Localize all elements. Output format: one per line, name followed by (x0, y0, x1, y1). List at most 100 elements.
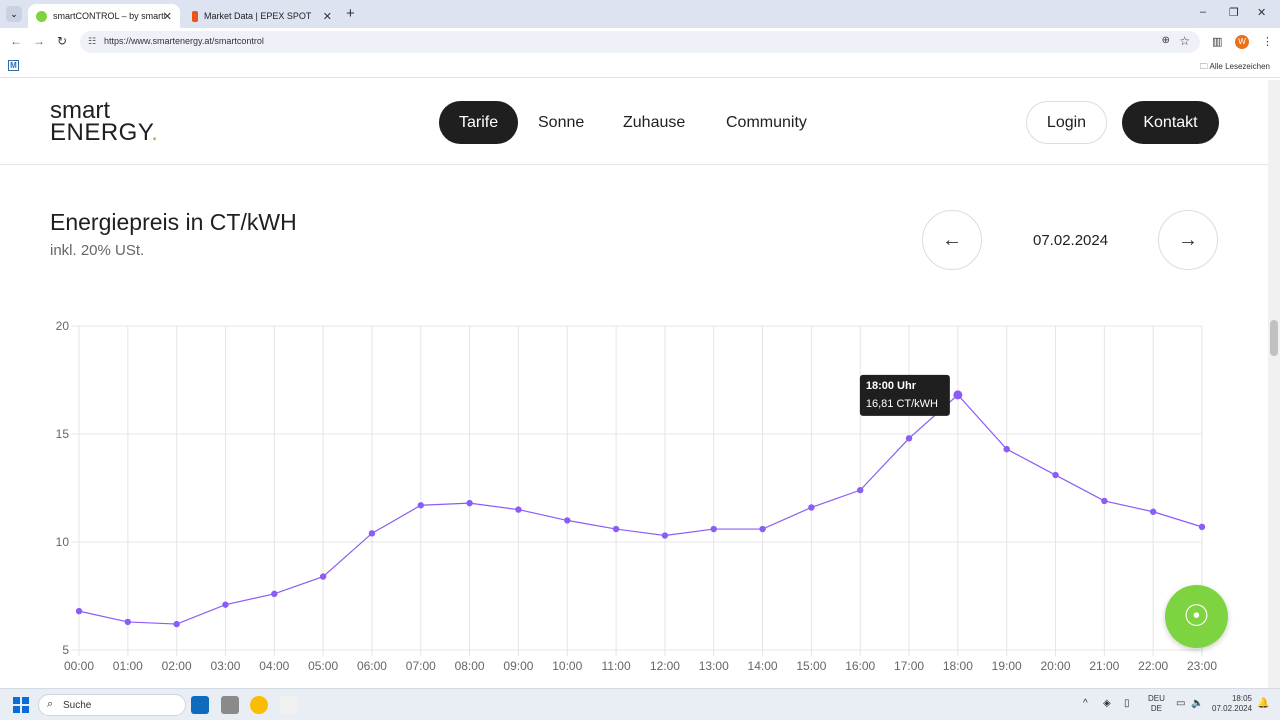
previous-day-button[interactable]: ← (922, 210, 982, 270)
page-scrollbar[interactable] (1268, 80, 1280, 688)
y-tick-label: 10 (56, 535, 70, 549)
data-point (710, 525, 717, 533)
tab-list-button[interactable]: ⌄ (6, 6, 22, 22)
x-tick-label: 05:00 (308, 659, 338, 673)
data-point (661, 532, 669, 539)
side-panel-icon[interactable]: ▥ (1212, 35, 1222, 48)
menu-icon[interactable]: ⋮ (1262, 35, 1273, 48)
windows-taskbar: ⌕ Suche ^ ◈ ▯ DEU DE ▭ 🔈 18:05 07.02.2024 … (0, 688, 1280, 720)
browser-tab-epex[interactable]: Market Data | EPEX SPOT ✕ (184, 4, 340, 28)
x-tick-label: 18:00 (943, 659, 973, 673)
tooltip-value: 16,81 CT/kWH (866, 398, 938, 410)
x-tick-label: 19:00 (992, 659, 1022, 673)
x-tick-label: 09:00 (503, 659, 533, 673)
close-tab-icon[interactable]: ✕ (323, 10, 332, 23)
app2-icon[interactable] (280, 696, 298, 714)
data-point (466, 499, 473, 507)
x-tick-label: 00:00 (64, 659, 94, 673)
clock-time: 18:05 (1231, 694, 1252, 703)
data-point (222, 601, 229, 608)
defender-icon[interactable]: ◈ (1103, 698, 1111, 709)
taskbar-search[interactable]: ⌕ Suche (38, 694, 186, 716)
data-point (857, 486, 864, 494)
page-title: Energiepreis in CT/kWH (50, 209, 297, 235)
taskbar-clock[interactable]: 18:05 07.02.2024 (1212, 694, 1252, 714)
bookmark-m-icon[interactable]: M (8, 60, 19, 71)
data-point (75, 607, 83, 615)
epex-favicon-icon (192, 10, 198, 22)
app-icon[interactable] (221, 696, 239, 714)
x-tick-label: 10:00 (552, 659, 582, 673)
search-placeholder: Suche (63, 700, 92, 711)
bookmark-star-icon[interactable]: ☆ (1179, 34, 1190, 48)
price-series-line (78, 394, 1203, 625)
data-point (368, 530, 376, 537)
browser-toolbar: ← → ↻ ☷ https://www.smartenergy.at/smart… (0, 28, 1280, 56)
bookmarks-bar: M 🗀 Alle Lesezeichen (0, 56, 1280, 78)
x-tick-label: 17:00 (894, 659, 924, 673)
next-day-button[interactable]: → (1158, 210, 1218, 270)
back-icon[interactable]: ← (10, 34, 22, 48)
all-bookmarks[interactable]: 🗀 Alle Lesezeichen (1200, 61, 1270, 75)
tab-title: smartCONTROL – by smartENERGY (53, 11, 165, 21)
windows-start-icon[interactable] (13, 697, 29, 713)
selected-date: 07.02.2024 (1033, 232, 1109, 249)
arrow-left-icon: ← (942, 229, 962, 251)
x-tick-label: 08:00 (455, 659, 485, 673)
notification-bell-icon[interactable]: 🔔 (1257, 698, 1269, 709)
site-info-icon[interactable]: ☷ (88, 36, 96, 47)
nav-sonne[interactable]: Sonne (518, 101, 604, 144)
data-point (759, 525, 766, 533)
x-tick-label: 03:00 (210, 659, 240, 673)
data-point (1198, 523, 1206, 531)
scrollbar-thumb[interactable] (1270, 320, 1278, 356)
nav-zuhause[interactable]: Zuhause (603, 101, 705, 144)
data-point (173, 620, 180, 628)
data-point (953, 390, 963, 400)
chrome-icon[interactable] (250, 696, 268, 714)
x-tick-label: 12:00 (650, 659, 680, 673)
zoom-icon[interactable]: ⊕ (1162, 35, 1170, 46)
usb-icon[interactable]: ▯ (1124, 698, 1130, 709)
login-button[interactable]: Login (1026, 101, 1107, 144)
smartenergy-logo[interactable]: smart ENERGY. (50, 99, 158, 145)
nav-tarife[interactable]: Tarife (439, 101, 519, 144)
volume-icon[interactable]: 🔈 (1191, 698, 1203, 709)
network-icon[interactable]: ▭ (1176, 698, 1185, 709)
nav-community[interactable]: Community (706, 101, 827, 144)
url-text[interactable]: https://www.smartenergy.at/smartcontrol (104, 36, 264, 46)
lang-bottom: DE (1150, 704, 1162, 713)
x-tick-label: 07:00 (406, 659, 436, 673)
close-window-icon[interactable]: ✕ (1257, 6, 1266, 19)
outlook-icon[interactable] (191, 696, 209, 714)
data-point (905, 435, 913, 442)
tray-chevron-icon[interactable]: ^ (1083, 698, 1088, 709)
kontakt-button[interactable]: Kontakt (1122, 101, 1219, 144)
price-line-chart[interactable]: 5 10 15 20 00:00 01:00 02:00 03:00 04:00 05:00 06:… (0, 300, 1268, 688)
input-language[interactable]: DEU DE (1148, 694, 1165, 714)
all-bookmarks-label: Alle Lesezeichen (1209, 62, 1270, 71)
address-bar[interactable]: ☷ https://www.smartenergy.at/smartcontro… (80, 31, 1200, 53)
profile-avatar[interactable]: W (1235, 35, 1249, 49)
tooltip-title: 18:00 Uhr (866, 380, 917, 392)
close-tab-icon[interactable]: ✕ (163, 10, 172, 23)
browser-tab-bar: ⌄ smartCONTROL – by smartENERGY ✕ Market… (0, 0, 1280, 28)
site-header: smart ENERGY. Tarife Sonne Zuhause Commu… (0, 80, 1268, 165)
browser-tab-smartcontrol[interactable]: smartCONTROL – by smartENERGY ✕ (28, 4, 180, 28)
clock-date: 07.02.2024 (1212, 704, 1253, 713)
minimize-icon[interactable]: – (1200, 6, 1206, 18)
reload-icon[interactable]: ↻ (57, 34, 67, 48)
data-point (1003, 445, 1010, 453)
x-tick-label: 14:00 (748, 659, 778, 673)
x-tick-label: 01:00 (113, 659, 143, 673)
restore-icon[interactable]: ❐ (1229, 6, 1239, 19)
new-tab-icon[interactable]: + (346, 5, 355, 22)
y-tick-label: 5 (62, 643, 69, 657)
data-point (271, 590, 278, 598)
fingerprint-button[interactable]: ☉ (1165, 585, 1228, 648)
y-tick-label: 15 (56, 427, 70, 441)
x-tick-label: 21:00 (1089, 659, 1119, 673)
forward-icon[interactable]: → (33, 34, 45, 48)
y-tick-label: 20 (56, 319, 70, 333)
data-point (124, 618, 132, 626)
